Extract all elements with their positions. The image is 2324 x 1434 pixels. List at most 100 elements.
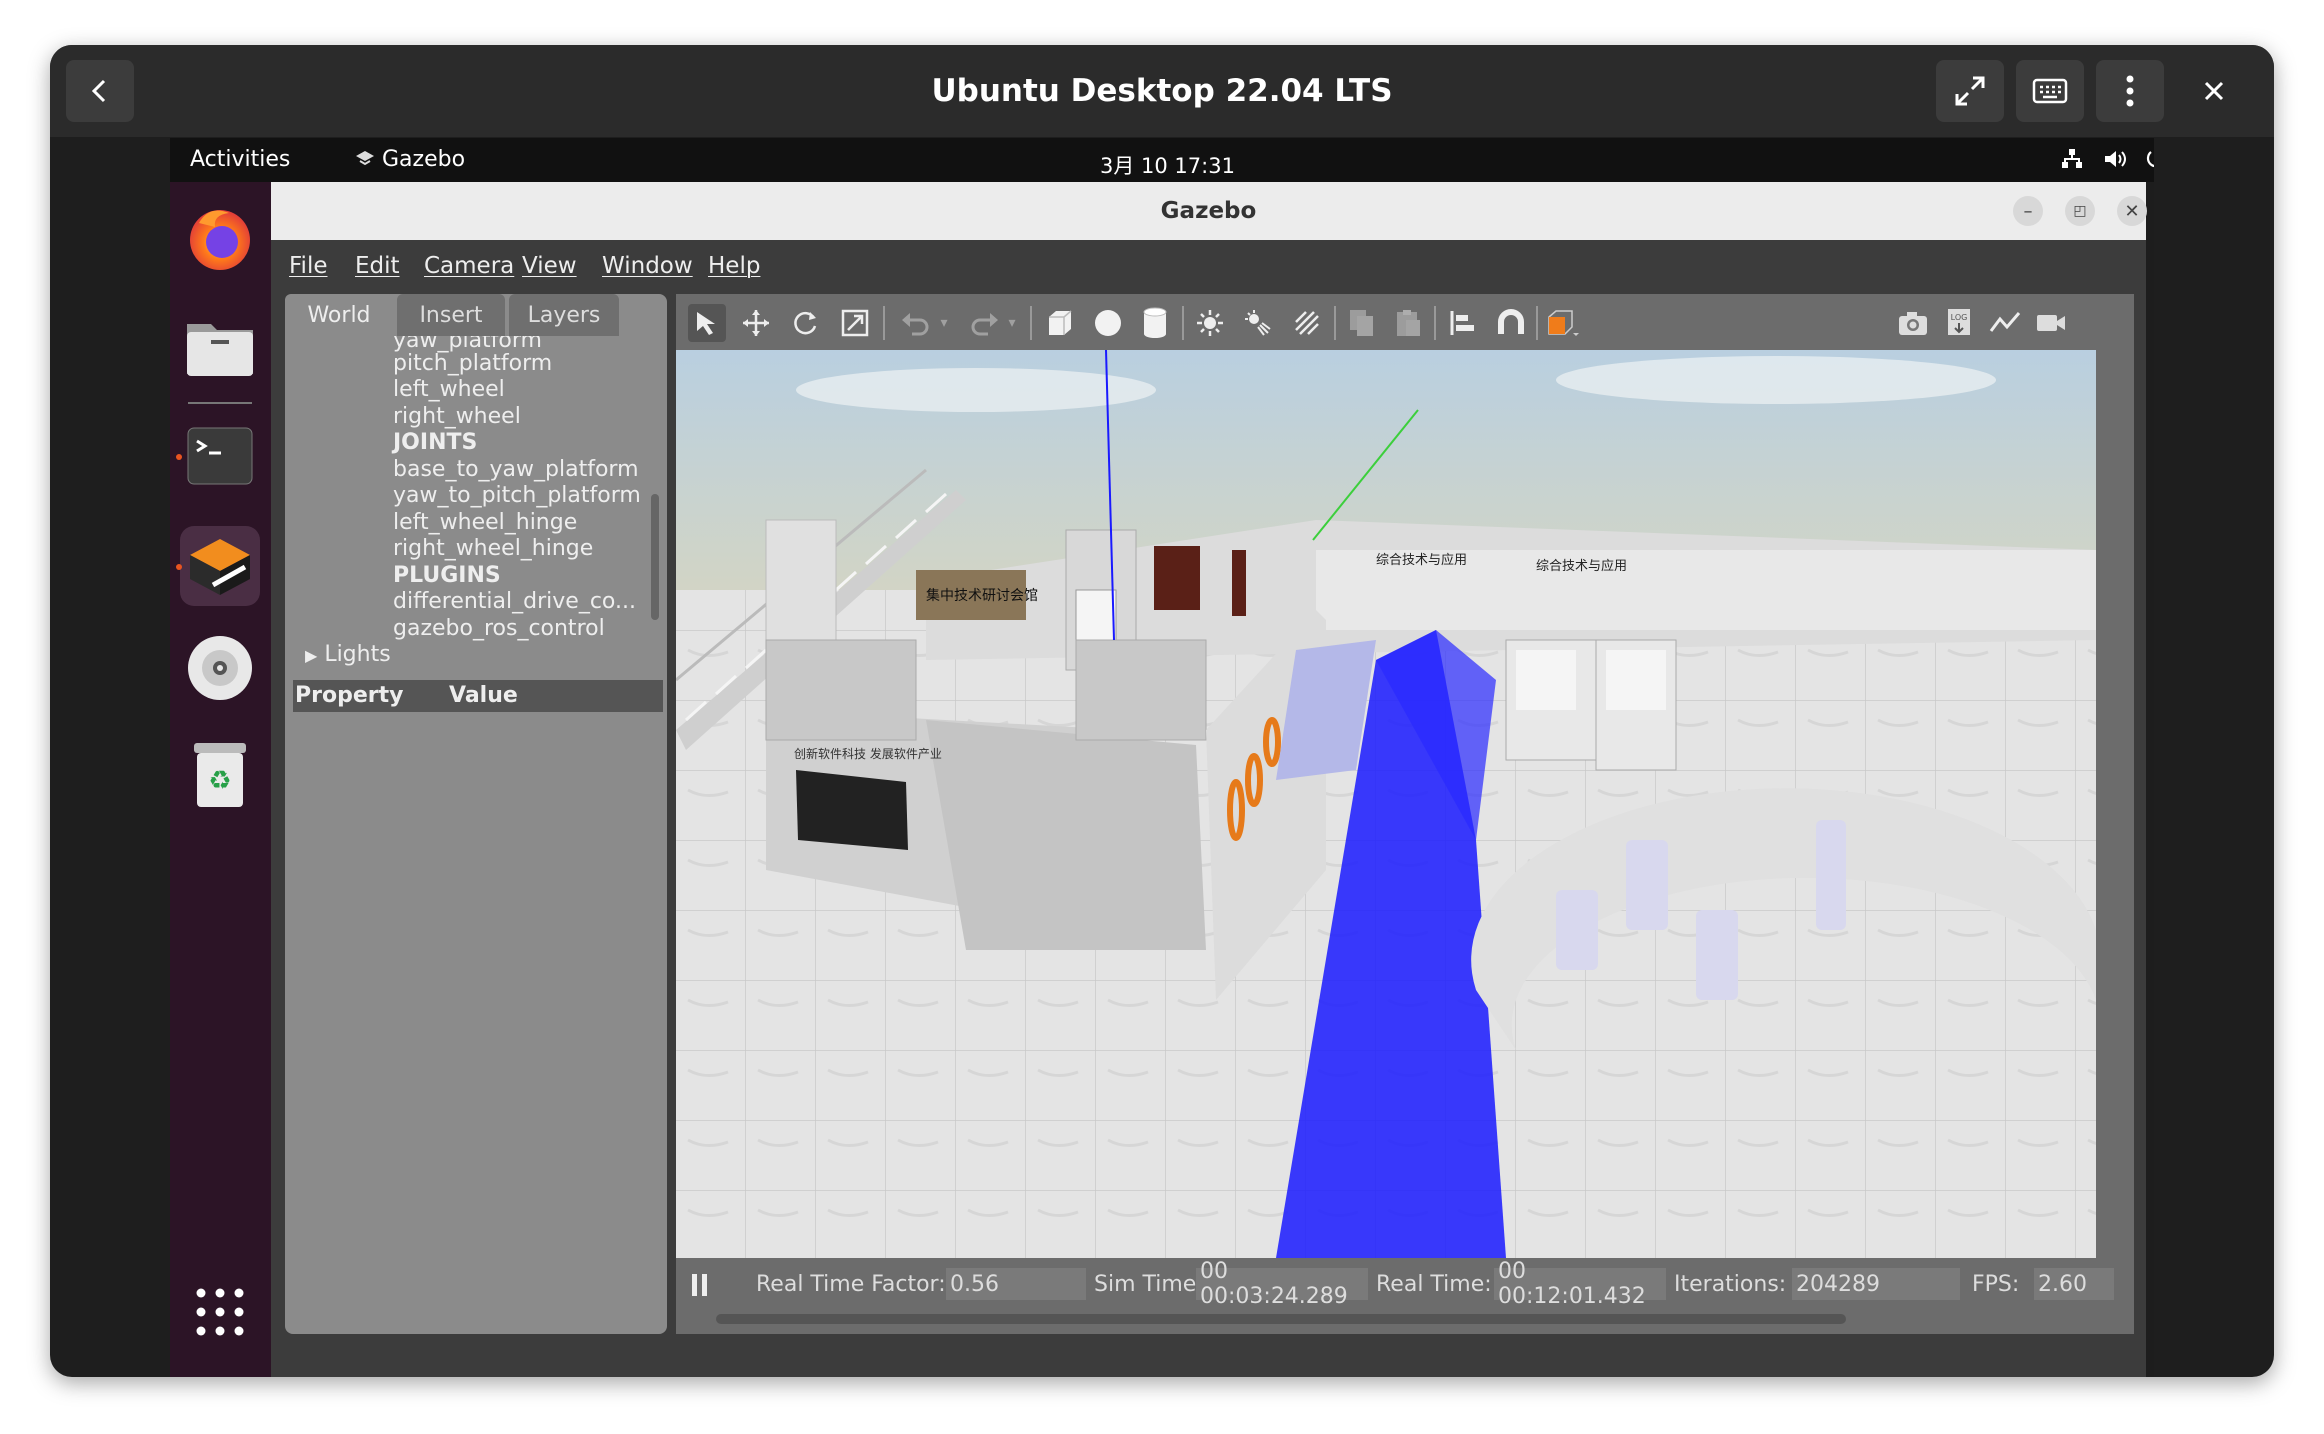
- svg-text:LOG: LOG: [1951, 313, 1968, 322]
- camera-icon: [1899, 312, 1927, 335]
- redo-icon: [971, 313, 998, 336]
- tree-item[interactable]: left_wheel: [393, 377, 505, 402]
- tab-world[interactable]: World: [285, 294, 393, 336]
- paste-button[interactable]: [1389, 304, 1427, 342]
- tree-item[interactable]: right_wheel_hinge: [393, 536, 593, 561]
- firefox-launcher[interactable]: [180, 198, 260, 278]
- running-indicator: [176, 564, 182, 570]
- redo-button[interactable]: [966, 304, 1004, 342]
- 3d-viewport[interactable]: 综合技术与应用 综合技术与应用 集中技术研讨会馆 创新软件科技 发展软件产业: [676, 350, 2096, 1258]
- menu-view[interactable]: View: [522, 253, 577, 279]
- more-options-button[interactable]: [2096, 60, 2164, 122]
- disc-launcher[interactable]: [180, 628, 260, 708]
- snap-button[interactable]: [1492, 304, 1530, 342]
- clock[interactable]: 3月 10 17:31: [1100, 150, 1235, 180]
- wall-banner-text: 综合技术与应用: [1376, 552, 1467, 568]
- keyboard-button[interactable]: [2016, 60, 2084, 122]
- sphere-shape-button[interactable]: [1089, 304, 1127, 342]
- close-button[interactable]: ✕: [2117, 196, 2147, 226]
- tree-item[interactable]: differential_drive_co...: [393, 589, 636, 614]
- tree-lights-label: Lights: [324, 642, 391, 667]
- copy-button[interactable]: [1343, 304, 1381, 342]
- menu-edit[interactable]: Edit: [355, 253, 400, 279]
- tree-item[interactable]: yaw_to_pitch_platform: [393, 483, 641, 508]
- gazebo-app-icon: [354, 148, 376, 174]
- property-column-header[interactable]: Property: [295, 683, 403, 708]
- app-menu-label[interactable]: Gazebo: [382, 147, 465, 172]
- tree-item[interactable]: base_to_yaw_platform: [393, 457, 639, 482]
- gazebo-window: Gazebo – ◰ ✕ File Edit Camera View Windo…: [271, 182, 2147, 1377]
- tree-item[interactable]: gazebo_ros_control: [393, 616, 605, 641]
- video-record-button[interactable]: [2032, 304, 2070, 342]
- booth-screen: [796, 770, 908, 850]
- screenshot-button[interactable]: [1894, 304, 1932, 342]
- change-view-angle-button[interactable]: [1544, 304, 1582, 342]
- plot-button[interactable]: [1986, 304, 2024, 342]
- keyboard-icon: [2032, 78, 2068, 104]
- log-button[interactable]: LOG: [1940, 304, 1978, 342]
- horizontal-scrollbar[interactable]: [716, 1314, 1846, 1324]
- terminal-icon: [187, 427, 253, 485]
- iterations-label: Iterations:: [1674, 1272, 1787, 1297]
- power-icon[interactable]: [2144, 146, 2154, 176]
- sim-time-value: 00 00:03:24.289: [1196, 1259, 1368, 1309]
- scene-render: 综合技术与应用 综合技术与应用 集中技术研讨会馆 创新软件科技 发展软件产业: [676, 350, 2096, 1258]
- real-time-label: Real Time:: [1376, 1272, 1492, 1297]
- tree-item[interactable]: left_wheel_hinge: [393, 510, 577, 535]
- tree-scrollbar[interactable]: [651, 494, 659, 620]
- rotate-mode-button[interactable]: [786, 304, 824, 342]
- minimize-icon: –: [2023, 200, 2033, 222]
- iterations-value: 204289: [1792, 1268, 1960, 1300]
- value-column-header[interactable]: Value: [449, 683, 518, 708]
- minimize-button[interactable]: –: [2013, 196, 2043, 226]
- menu-window[interactable]: Window: [602, 253, 693, 279]
- tree-section-joints[interactable]: JOINTS: [393, 430, 477, 455]
- undo-history-dropdown[interactable]: ▾: [934, 304, 954, 342]
- vm-close-button[interactable]: [2180, 60, 2248, 122]
- tab-insert[interactable]: Insert: [397, 294, 505, 336]
- tree-item[interactable]: right_wheel: [393, 404, 521, 429]
- spotlight-icon: [1245, 310, 1271, 336]
- gazebo-title-bar[interactable]: Gazebo: [271, 182, 2146, 240]
- real-time-value: 00 00:12:01.432: [1494, 1259, 1666, 1309]
- network-icon[interactable]: [2060, 147, 2084, 177]
- undo-button[interactable]: [896, 304, 934, 342]
- align-button[interactable]: [1444, 304, 1482, 342]
- volume-icon[interactable]: [2102, 147, 2128, 177]
- tree-lights[interactable]: ▶ Lights: [305, 642, 391, 667]
- ubuntu-desktop: Activities Gazebo 3月 10 17:31 ♻ Gazebo –…: [170, 138, 2154, 1377]
- tree-section-plugins[interactable]: PLUGINS: [393, 563, 501, 588]
- back-button[interactable]: [66, 60, 134, 122]
- pause-button[interactable]: [690, 1272, 710, 1304]
- terminal-launcher[interactable]: [180, 416, 260, 496]
- view-cube-icon: [1548, 310, 1579, 336]
- scale-mode-button[interactable]: [836, 304, 874, 342]
- render-panel: ▾ ▾ LOG 综合技术与应用 综合技术与应用 集中技术研讨会馆 创新软件科技 …: [676, 294, 2134, 1334]
- spot-light-button[interactable]: [1239, 304, 1277, 342]
- tab-layers[interactable]: Layers: [509, 294, 619, 336]
- translate-mode-button[interactable]: [737, 304, 775, 342]
- gazebo-launcher[interactable]: [180, 526, 260, 606]
- point-light-button[interactable]: [1191, 304, 1229, 342]
- fullscreen-button[interactable]: [1936, 60, 2004, 122]
- files-launcher[interactable]: [180, 306, 260, 386]
- cylinder-shape-button[interactable]: [1136, 304, 1174, 342]
- pause-icon: [692, 1274, 707, 1296]
- trash-launcher[interactable]: ♻: [180, 734, 260, 814]
- menu-file[interactable]: File: [289, 253, 328, 279]
- maximize-button[interactable]: ◰: [2065, 196, 2095, 226]
- menu-help[interactable]: Help: [708, 253, 760, 279]
- menu-camera[interactable]: Camera: [424, 253, 514, 279]
- rotate-icon: [794, 311, 817, 335]
- menu-bar: File Edit Camera View Window Help: [271, 240, 2146, 292]
- ubuntu-dock: ♻: [170, 182, 271, 1377]
- tree-item[interactable]: pitch_platform: [393, 351, 552, 376]
- box-shape-button[interactable]: [1040, 304, 1078, 342]
- show-apps-button[interactable]: [180, 1272, 260, 1352]
- toolbar-separator: [1536, 306, 1538, 340]
- redo-history-dropdown[interactable]: ▾: [1002, 304, 1022, 342]
- directional-light-button[interactable]: [1288, 304, 1326, 342]
- fps-value: 2.60: [2034, 1268, 2114, 1300]
- activities-button[interactable]: Activities: [190, 147, 290, 172]
- select-mode-button[interactable]: [688, 304, 726, 342]
